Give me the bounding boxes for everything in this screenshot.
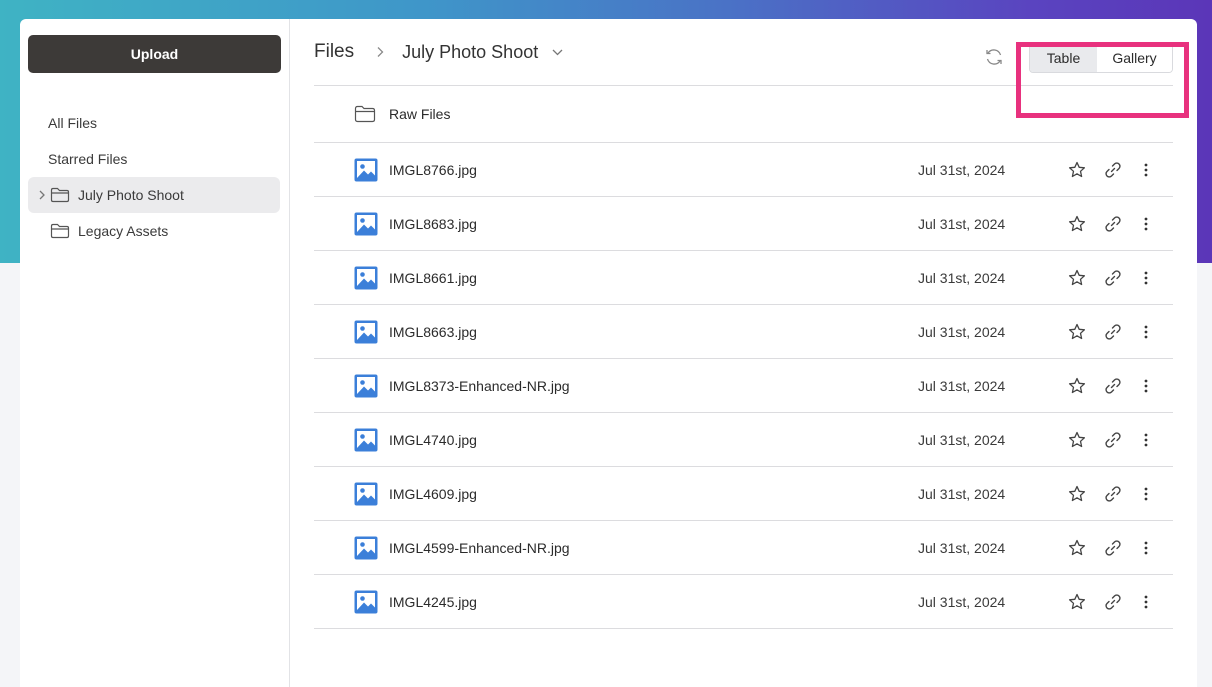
file-row[interactable]: IMGL8663.jpg Jul 31st, 2024 <box>314 305 1173 359</box>
main-content: Files July Photo Shoot Table Gallery Raw… <box>290 19 1197 687</box>
link-icon[interactable] <box>1104 323 1122 341</box>
file-name: IMGL4599-Enhanced-NR.jpg <box>389 539 570 556</box>
link-icon[interactable] <box>1104 269 1122 287</box>
sidebar-item-label: Legacy Assets <box>78 223 169 239</box>
file-row[interactable]: IMGL4609.jpg Jul 31st, 2024 <box>314 467 1173 521</box>
view-toggle: Table Gallery <box>1029 43 1173 73</box>
gallery-view-button[interactable]: Gallery <box>1097 44 1172 72</box>
file-date: Jul 31st, 2024 <box>918 215 1006 232</box>
file-date: Jul 31st, 2024 <box>918 323 1006 340</box>
sidebar: Upload All Files Starred Files July Phot… <box>20 19 290 687</box>
file-row[interactable]: IMGL4740.jpg Jul 31st, 2024 <box>314 413 1173 467</box>
file-name: IMGL8766.jpg <box>389 161 477 178</box>
file-name: IMGL4609.jpg <box>389 485 477 502</box>
link-icon[interactable] <box>1104 215 1122 233</box>
link-icon[interactable] <box>1104 539 1122 557</box>
refresh-icon[interactable] <box>984 48 1004 71</box>
more-options-icon[interactable] <box>1144 541 1148 555</box>
image-file-icon <box>354 590 378 614</box>
file-date: Jul 31st, 2024 <box>918 269 1006 286</box>
star-icon[interactable] <box>1068 377 1086 395</box>
folder-icon <box>50 186 72 204</box>
link-icon[interactable] <box>1104 377 1122 395</box>
breadcrumb-current[interactable]: July Photo Shoot <box>402 42 538 63</box>
file-row[interactable]: IMGL8766.jpg Jul 31st, 2024 <box>314 143 1173 197</box>
image-file-icon <box>354 158 378 182</box>
image-file-icon <box>354 536 378 560</box>
sidebar-nav: All Files Starred Files July Photo Shoot <box>28 105 280 249</box>
table-view-button[interactable]: Table <box>1030 44 1097 72</box>
chevron-right-icon <box>376 46 384 58</box>
more-options-icon[interactable] <box>1144 379 1148 393</box>
folder-icon <box>354 105 376 123</box>
file-date: Jul 31st, 2024 <box>918 485 1006 502</box>
image-file-icon <box>354 428 378 452</box>
star-icon[interactable] <box>1068 485 1086 503</box>
image-file-icon <box>354 482 378 506</box>
star-icon[interactable] <box>1068 323 1086 341</box>
file-row[interactable]: IMGL4245.jpg Jul 31st, 2024 <box>314 575 1173 629</box>
file-date: Jul 31st, 2024 <box>918 539 1006 556</box>
sidebar-item-starred-files[interactable]: Starred Files <box>28 141 280 177</box>
file-name: IMGL8663.jpg <box>389 323 477 340</box>
file-row[interactable]: IMGL8373-Enhanced-NR.jpg Jul 31st, 2024 <box>314 359 1173 413</box>
file-name: IMGL4740.jpg <box>389 431 477 448</box>
star-icon[interactable] <box>1068 215 1086 233</box>
link-icon[interactable] <box>1104 431 1122 449</box>
file-row[interactable]: IMGL8683.jpg Jul 31st, 2024 <box>314 197 1173 251</box>
breadcrumb-root[interactable]: Files <box>314 41 354 63</box>
star-icon[interactable] <box>1068 161 1086 179</box>
file-name: IMGL8661.jpg <box>389 269 477 286</box>
image-file-icon <box>354 266 378 290</box>
more-options-icon[interactable] <box>1144 433 1148 447</box>
more-options-icon[interactable] <box>1144 595 1148 609</box>
sidebar-item-july-photo-shoot[interactable]: July Photo Shoot <box>28 177 280 213</box>
sidebar-item-legacy-assets[interactable]: Legacy Assets <box>28 213 280 249</box>
folder-name: Raw Files <box>389 106 451 122</box>
star-icon[interactable] <box>1068 593 1086 611</box>
link-icon[interactable] <box>1104 593 1122 611</box>
link-icon[interactable] <box>1104 161 1122 179</box>
file-date: Jul 31st, 2024 <box>918 377 1006 394</box>
sidebar-item-label: July Photo Shoot <box>78 187 184 203</box>
link-icon[interactable] <box>1104 485 1122 503</box>
sidebar-item-label: All Files <box>48 115 98 131</box>
file-row[interactable]: IMGL4599-Enhanced-NR.jpg Jul 31st, 2024 <box>314 521 1173 575</box>
file-date: Jul 31st, 2024 <box>918 593 1006 610</box>
star-icon[interactable] <box>1068 431 1086 449</box>
more-options-icon[interactable] <box>1144 217 1148 231</box>
chevron-down-icon[interactable] <box>552 49 563 56</box>
star-icon[interactable] <box>1068 269 1086 287</box>
image-file-icon <box>354 374 378 398</box>
upload-button[interactable]: Upload <box>28 35 281 73</box>
sidebar-item-all-files[interactable]: All Files <box>28 105 280 141</box>
folder-row[interactable]: Raw Files <box>314 86 1173 143</box>
file-row[interactable]: IMGL8661.jpg Jul 31st, 2024 <box>314 251 1173 305</box>
chevron-right-icon[interactable] <box>34 190 50 200</box>
file-date: Jul 31st, 2024 <box>918 431 1006 448</box>
file-list: Raw Files IMGL8766.jpg Jul 31st, 2024 IMGL… <box>314 86 1173 629</box>
image-file-icon <box>354 320 378 344</box>
more-options-icon[interactable] <box>1144 487 1148 501</box>
more-options-icon[interactable] <box>1144 163 1148 177</box>
file-name: IMGL8683.jpg <box>389 215 477 232</box>
image-file-icon <box>354 212 378 236</box>
app-window: Upload All Files Starred Files July Phot… <box>20 19 1197 687</box>
file-name: IMGL4245.jpg <box>389 593 477 610</box>
file-name: IMGL8373-Enhanced-NR.jpg <box>389 377 570 394</box>
file-date: Jul 31st, 2024 <box>918 161 1006 178</box>
folder-icon <box>50 222 72 240</box>
more-options-icon[interactable] <box>1144 271 1148 285</box>
more-options-icon[interactable] <box>1144 325 1148 339</box>
sidebar-item-label: Starred Files <box>48 151 128 167</box>
star-icon[interactable] <box>1068 539 1086 557</box>
